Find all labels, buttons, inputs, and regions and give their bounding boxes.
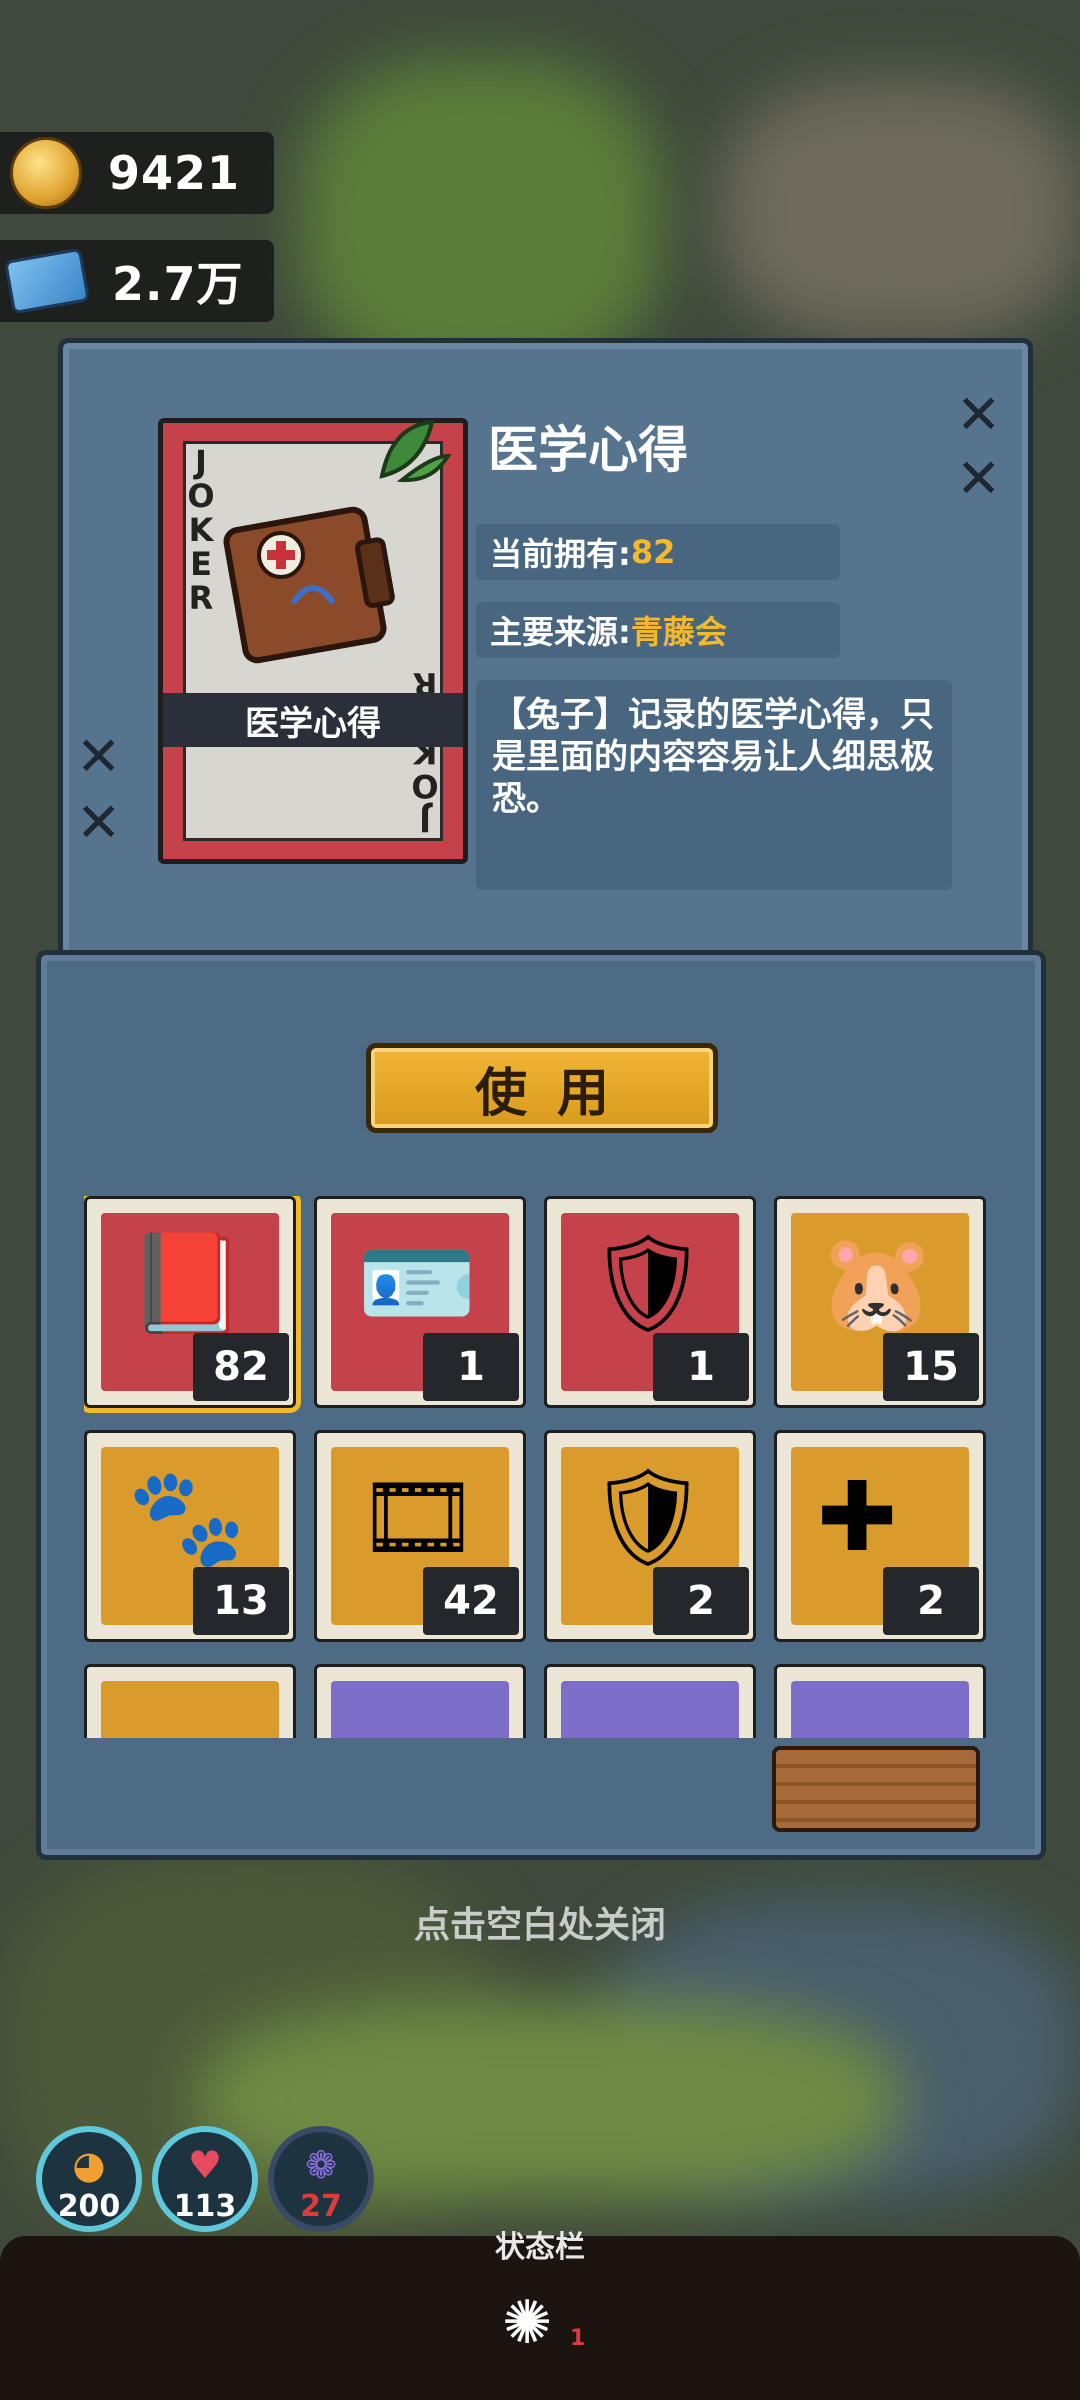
id-card-icon: 🪪 (357, 1227, 477, 1339)
owned-value: 82 (630, 533, 676, 571)
decor-cross-icon: ✕ (76, 725, 122, 788)
inventory-slot[interactable]: 🐹 15 (774, 1196, 986, 1408)
status-burst-icon: ✺ (502, 2288, 553, 2358)
item-count: 1 (653, 1333, 749, 1401)
inventory-slot[interactable] (314, 1664, 526, 1738)
slot-background (791, 1681, 969, 1738)
inventory-slot[interactable]: ✚ 2 (774, 1430, 986, 1642)
medical-notebook-icon: 📕 (127, 1227, 247, 1339)
inventory-slot[interactable] (544, 1664, 756, 1738)
item-title: 医学心得 (488, 421, 688, 479)
coin-counter: 9421 (0, 132, 274, 214)
decor-cross-icon: ✕ (956, 447, 1002, 510)
card-name-label: 医学心得 (163, 693, 463, 747)
sanity-value: 27 (300, 2189, 342, 2224)
item-count: 82 (193, 1333, 289, 1401)
item-description: 【兔子】记录的医学心得，只是里面的内容容易让人细思极恐。 (476, 680, 952, 890)
gold-coin-icon (10, 137, 82, 209)
owned-label: 当前拥有: (490, 535, 631, 573)
inventory-slot[interactable]: 🛡 1 (544, 1196, 756, 1408)
ticket-counter: 2.7万 (0, 240, 274, 322)
inventory-slot[interactable] (774, 1664, 986, 1738)
health-value: 113 (173, 2189, 237, 2224)
heart-icon: ♥ (187, 2143, 223, 2187)
stamina-stat[interactable]: ◕ 200 (36, 2126, 142, 2232)
medical-card-icon: ✚ (817, 1461, 898, 1573)
status-bar-label: 状态栏 (495, 2230, 585, 2265)
item-count: 42 (423, 1567, 519, 1635)
item-count: 2 (883, 1567, 979, 1635)
coin-amount: 9421 (108, 146, 241, 200)
film-reel-icon: 🎞 (357, 1461, 479, 1573)
inventory-slot[interactable]: 🪪 1 (314, 1196, 526, 1408)
close-hint[interactable]: 点击空白处关闭 (0, 1896, 1080, 1948)
owned-row: 当前拥有: 82 (476, 524, 840, 580)
use-button[interactable]: 使用 (366, 1043, 718, 1133)
inventory-slot[interactable]: 🎞 42 (314, 1430, 526, 1642)
ticket-amount: 2.7万 (112, 257, 244, 311)
leaf-icon (379, 419, 452, 483)
decor-cross-icon: ✕ (956, 383, 1002, 446)
inventory-slot[interactable]: 📕 82 (84, 1196, 301, 1413)
slot-background (561, 1681, 739, 1738)
source-row: 主要来源: 青藤会 (476, 602, 840, 658)
inventory-slot[interactable] (84, 1664, 296, 1738)
item-count: 2 (653, 1567, 749, 1635)
status-bar-sub: 1 (570, 2326, 586, 2351)
card-joker-text: JOKER (187, 443, 215, 617)
source-value: 青藤会 (630, 613, 727, 651)
gold-badge-icon: 🛡 (587, 1227, 709, 1339)
blue-ticket-icon (3, 247, 91, 315)
inventory-grid: 📕 82 🪪 1 🛡 1 🐹 15 🐾 13 🎞 42 🛡 2 ✚ 2 (84, 1196, 996, 1738)
item-count: 13 (193, 1567, 289, 1635)
wooden-button[interactable] (772, 1746, 980, 1832)
sanity-stat[interactable]: ❁ 27 (268, 2126, 374, 2232)
slot-background (331, 1681, 509, 1738)
stamina-value: 200 (57, 2189, 121, 2224)
slot-background (101, 1681, 279, 1738)
brain-icon: ❁ (305, 2143, 337, 2187)
gold-badge-star-icon: 🛡 (587, 1461, 709, 1573)
stamina-icon: ◕ (72, 2143, 106, 2187)
item-count: 1 (423, 1333, 519, 1401)
inventory-slot[interactable]: 🐾 13 (84, 1430, 296, 1642)
capybara-bag-icon: 🐹 (817, 1227, 937, 1339)
medical-notebook-icon (223, 506, 395, 664)
item-count: 15 (883, 1333, 979, 1401)
decor-cross-icon: ✕ (76, 791, 122, 854)
inventory-slot[interactable]: 🛡 2 (544, 1430, 756, 1642)
health-stat[interactable]: ♥ 113 (152, 2126, 258, 2232)
source-label: 主要来源: (490, 613, 631, 651)
paw-map-icon: 🐾 (127, 1461, 247, 1573)
